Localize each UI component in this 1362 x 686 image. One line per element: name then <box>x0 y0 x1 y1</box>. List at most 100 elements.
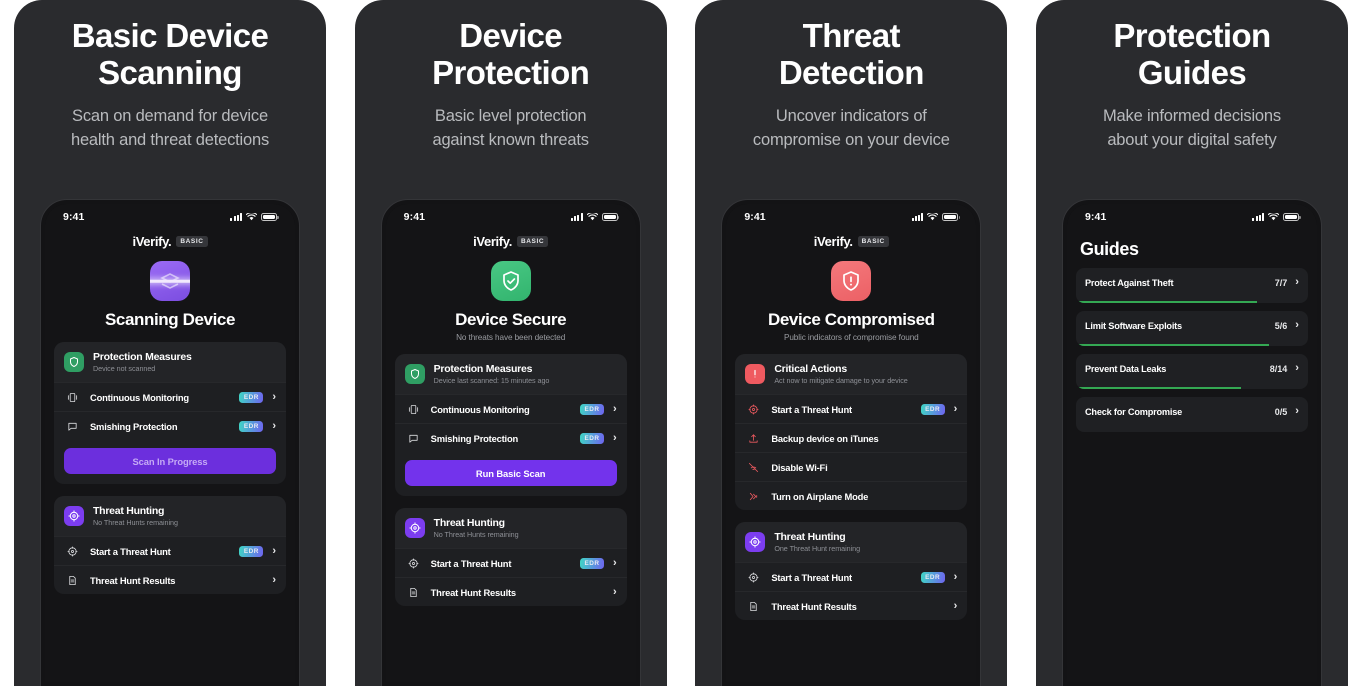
edr-badge: EDR <box>579 432 604 444</box>
message-icon <box>64 421 81 432</box>
list-item-label: Smishing Protection <box>430 432 519 444</box>
card-header: Protection Measures Device not scanned <box>54 342 286 382</box>
info-card: Threat Hunting No Threat Hunts remaining S… <box>54 496 286 594</box>
cellular-signal-icon <box>571 213 583 221</box>
edr-badge: EDR <box>579 557 604 569</box>
list-item[interactable]: Continuous Monitoring EDR › <box>394 394 627 423</box>
marketing-panel-3: Threat Detection Uncover indicators of comp… <box>695 0 1008 686</box>
card-subtitle: Device last scanned: 15 minutes ago <box>433 376 550 385</box>
list-item-label: Threat Hunt Results <box>430 586 516 598</box>
chevron-right-icon: › <box>272 544 276 557</box>
chevron-right-icon: › <box>1295 362 1299 374</box>
status-indicators <box>571 213 620 221</box>
guide-progress-bar <box>1075 300 1257 303</box>
hero-title: Device Secure <box>455 310 567 329</box>
cellular-signal-icon <box>230 213 242 221</box>
wifi-icon <box>586 213 598 221</box>
list-item-label: Start a Threat Hunt <box>90 545 171 557</box>
scan-button[interactable]: Run Basic Scan <box>404 460 617 486</box>
list-item[interactable]: Start a Threat Hunt EDR › <box>394 548 627 577</box>
wifi-icon <box>927 213 939 221</box>
list-item[interactable]: Start a Threat Hunt EDR › <box>54 536 286 565</box>
card-subtitle: Device not scanned <box>93 364 156 373</box>
panel-header: Threat Detection Uncover indicators of comp… <box>695 0 1007 153</box>
phone-screen: 9:41 iVerify. BASIC Device Compromised Publi… <box>726 204 977 682</box>
shield-check-icon <box>490 261 531 301</box>
list-item[interactable]: Turn on Airplane Mode <box>735 481 968 510</box>
status-bar: 9:41 <box>395 204 627 230</box>
card-title: Protection Measures <box>433 363 533 375</box>
list-item[interactable]: Smishing Protection EDR › <box>54 411 286 440</box>
card-subtitle: Act now to mitigate damage to your devic… <box>774 376 908 385</box>
crosshair-icon <box>745 572 762 583</box>
list-item[interactable]: Start a Threat Hunt EDR › <box>735 562 968 591</box>
list-item[interactable]: Threat Hunt Results › <box>735 591 968 620</box>
battery-icon <box>601 213 620 221</box>
chevron-right-icon: › <box>612 585 617 598</box>
brand-tier-badge: BASIC <box>176 236 208 247</box>
list-item-label: Disable Wi-Fi <box>771 461 828 473</box>
status-bar: 9:41 <box>1076 204 1308 230</box>
status-bar: 9:41 <box>54 204 286 230</box>
card-header: Threat Hunting No Threat Hunts remaining <box>394 508 627 548</box>
guide-item[interactable]: Check for Compromise 0/5 › <box>1075 397 1308 432</box>
guide-progress-count: 0/5 <box>1274 406 1288 417</box>
battery-icon <box>261 213 279 221</box>
wifi-icon <box>246 213 257 221</box>
guide-progress-count: 5/6 <box>1274 320 1288 331</box>
monitor-icon <box>405 404 422 415</box>
card-title: Protection Measures <box>93 351 192 363</box>
card-header-text: Threat Hunting No Threat Hunts remaining <box>93 505 178 527</box>
list-item-label: Smishing Protection <box>90 420 178 432</box>
list-item-label: Continuous Monitoring <box>430 403 530 415</box>
list-item[interactable]: Smishing Protection EDR › <box>394 423 627 452</box>
phone-mockup: 9:41 iVerify. BASIC Scanning Device Protecti… <box>41 200 299 686</box>
phone-screen: 9:41 Guides Protect Against Theft 7/7 › Limit… <box>1066 204 1317 682</box>
guide-label: Check for Compromise <box>1084 406 1183 417</box>
status-time: 9:41 <box>403 211 426 223</box>
list-item[interactable]: Start a Threat Hunt EDR › <box>735 394 968 423</box>
list-item[interactable]: Disable Wi-Fi <box>735 452 968 481</box>
panel-subtitle: Basic level protection against known thre… <box>432 106 589 149</box>
panel-header: Basic Device Scanning Scan on demand for d… <box>14 0 326 153</box>
hero-section: Device Compromised Public indicators of c… <box>735 249 967 342</box>
cellular-signal-icon <box>911 213 924 221</box>
guide-item[interactable]: Limit Software Exploits 5/6 › <box>1075 311 1308 346</box>
card-header-text: Protection Measures Device not scanned <box>93 351 192 373</box>
list-item[interactable]: Backup device on iTunes <box>735 423 968 452</box>
status-time: 9:41 <box>1084 211 1107 223</box>
list-item-label: Start a Threat Hunt <box>430 557 512 569</box>
chevron-right-icon: › <box>612 431 617 444</box>
list-item-label: Threat Hunt Results <box>771 600 857 612</box>
crosshair-icon <box>64 546 81 557</box>
guide-item[interactable]: Protect Against Theft 7/7 › <box>1075 268 1308 303</box>
info-card: Protection Measures Device last scanned: … <box>394 354 627 496</box>
app-brand: iVerify. BASIC <box>54 234 286 249</box>
status-indicators <box>1252 213 1301 221</box>
wifi-icon <box>1267 213 1279 221</box>
hero-title: Device Compromised <box>767 310 935 329</box>
chevron-right-icon: › <box>272 573 276 586</box>
chevron-right-icon: › <box>612 556 617 569</box>
chevron-right-icon: › <box>612 402 617 415</box>
edr-badge: EDR <box>920 403 945 415</box>
list-item[interactable]: Continuous Monitoring EDR › <box>54 382 286 411</box>
card-subtitle: No Threat Hunts remaining <box>93 518 178 527</box>
card-title: Threat Hunting <box>93 505 165 517</box>
guide-item[interactable]: Prevent Data Leaks 8/14 › <box>1075 354 1308 389</box>
chevron-right-icon: › <box>953 599 958 612</box>
guide-progress-bar <box>1075 343 1269 346</box>
chevron-right-icon: › <box>1295 276 1299 288</box>
card-title: Threat Hunting <box>774 531 846 543</box>
panel-subtitle: Scan on demand for device health and thre… <box>70 106 270 149</box>
guide-label: Protect Against Theft <box>1084 277 1174 288</box>
shield-alert-icon <box>831 261 872 301</box>
list-item[interactable]: Threat Hunt Results › <box>54 565 286 594</box>
guide-row: Protect Against Theft 7/7 › <box>1085 277 1299 288</box>
list-item[interactable]: Threat Hunt Results › <box>394 577 627 606</box>
phone-mockup: 9:41 iVerify. BASIC Device Compromised Publi… <box>722 200 981 686</box>
scan-button[interactable]: Scan In Progress <box>64 448 276 474</box>
list-item-label: Turn on Airplane Mode <box>771 490 869 502</box>
upload-icon <box>745 433 762 444</box>
panel-title: Device Protection <box>432 17 590 91</box>
